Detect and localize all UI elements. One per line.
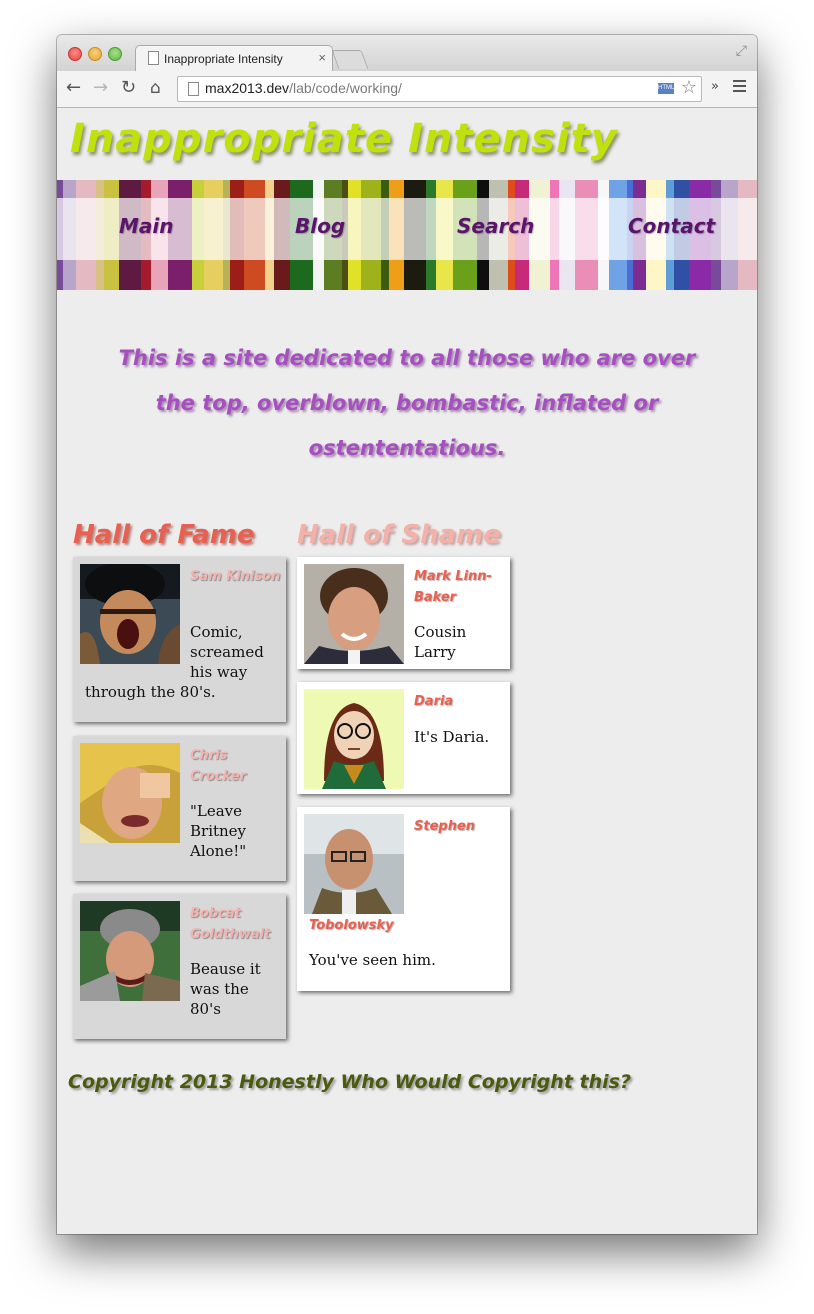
fame-card: Chris Crocker "Leave Britney Alone!": [73, 736, 286, 881]
url-host: max2013.dev: [205, 80, 290, 96]
new-tab-button[interactable]: [331, 50, 369, 69]
shame-name[interactable]: Mark Linn-Baker: [414, 566, 506, 608]
fame-desc: "Leave Britney Alone!": [190, 802, 247, 860]
nav-main[interactable]: Main: [119, 214, 174, 238]
page-content: Inappropriate Intensity Main Blog Search…: [57, 108, 757, 1234]
extensions-overflow-icon[interactable]: »: [711, 79, 719, 94]
fame-desc: Comic, screamed his way: [190, 623, 264, 681]
tab-title: Inappropriate Intensity: [164, 52, 283, 66]
page-icon: [188, 82, 199, 96]
fame-card: Sam Kinison Comic, screamed his way thro…: [73, 557, 286, 722]
shame-card: Stephen Tobolowsky You've seen him.: [297, 807, 510, 991]
home-icon[interactable]: ⌂: [150, 77, 161, 99]
hall-of-fame-heading: Hall of Fame: [73, 520, 255, 550]
chris-crocker-photo: [80, 743, 180, 843]
close-window-button[interactable]: [68, 47, 82, 61]
back-arrow-icon[interactable]: ←: [66, 77, 81, 99]
shame-card: Mark Linn-Baker Cousin Larry: [297, 557, 510, 669]
tab-close-icon[interactable]: ×: [318, 50, 326, 65]
hall-of-shame-heading: Hall of Shame: [297, 520, 501, 550]
daria-photo: [304, 689, 404, 789]
nav-search[interactable]: Search: [457, 214, 534, 238]
fame-name[interactable]: Bobcat Goldthwait: [190, 903, 282, 945]
shame-desc: You've seen him.: [309, 951, 436, 969]
html5-badge-icon: HTML: [658, 83, 674, 94]
fame-name[interactable]: Sam Kinison: [190, 566, 282, 587]
fullscreen-icon[interactable]: ⤢: [736, 43, 747, 59]
url-text[interactable]: max2013.dev/lab/code/working/: [205, 80, 402, 96]
address-bar[interactable]: max2013.dev/lab/code/working/ HTML ☆: [177, 76, 702, 102]
shame-name[interactable]: Stephen: [414, 816, 506, 837]
forward-arrow-icon[interactable]: →: [93, 77, 108, 99]
shame-desc: It's Daria.: [414, 728, 490, 746]
mark-linn-baker-photo: [304, 564, 404, 664]
shame-name[interactable]: Daria: [414, 691, 506, 712]
minimize-window-button[interactable]: [88, 47, 102, 61]
reload-icon[interactable]: ↻: [121, 77, 136, 99]
stephen-tobolowsky-photo: [304, 814, 404, 914]
page-icon: [148, 51, 159, 65]
shame-card: Daria It's Daria.: [297, 682, 510, 794]
footer-copyright: Copyright 2013 Honestly Who Would Copyri…: [68, 1071, 631, 1093]
title-bar: Inappropriate Intensity × ⤢: [57, 35, 757, 72]
menu-icon[interactable]: [733, 80, 746, 93]
browser-window: Inappropriate Intensity × ⤢ ← → ↻ ⌂ max2…: [57, 35, 757, 1234]
star-icon[interactable]: ☆: [681, 77, 697, 98]
nav-contact[interactable]: Contact: [628, 214, 715, 238]
fame-desc: Beause it was the 80's: [190, 960, 261, 1018]
shame-desc: Cousin Larry: [414, 623, 467, 661]
fame-name[interactable]: Chris Crocker: [190, 745, 282, 787]
sam-kinison-photo: [80, 564, 180, 664]
tagline: This is a site dedicated to all those wh…: [118, 346, 696, 460]
fame-card: Bobcat Goldthwait Beause it was the 80's: [73, 894, 286, 1039]
shame-name-cont[interactable]: Tobolowsky: [309, 915, 504, 936]
browser-tab[interactable]: Inappropriate Intensity ×: [135, 45, 333, 72]
browser-toolbar: ← → ↻ ⌂ max2013.dev/lab/code/working/ HT…: [57, 71, 757, 108]
fame-desc-cont: through the 80's.: [85, 683, 216, 701]
bobcat-goldthwait-photo: [80, 901, 180, 1001]
site-title[interactable]: Inappropriate Intensity: [70, 116, 618, 162]
url-path: /lab/code/working/: [289, 80, 402, 96]
zoom-window-button[interactable]: [108, 47, 122, 61]
main-nav: Main Blog Search Contact: [57, 180, 757, 290]
nav-blog[interactable]: Blog: [295, 214, 345, 238]
